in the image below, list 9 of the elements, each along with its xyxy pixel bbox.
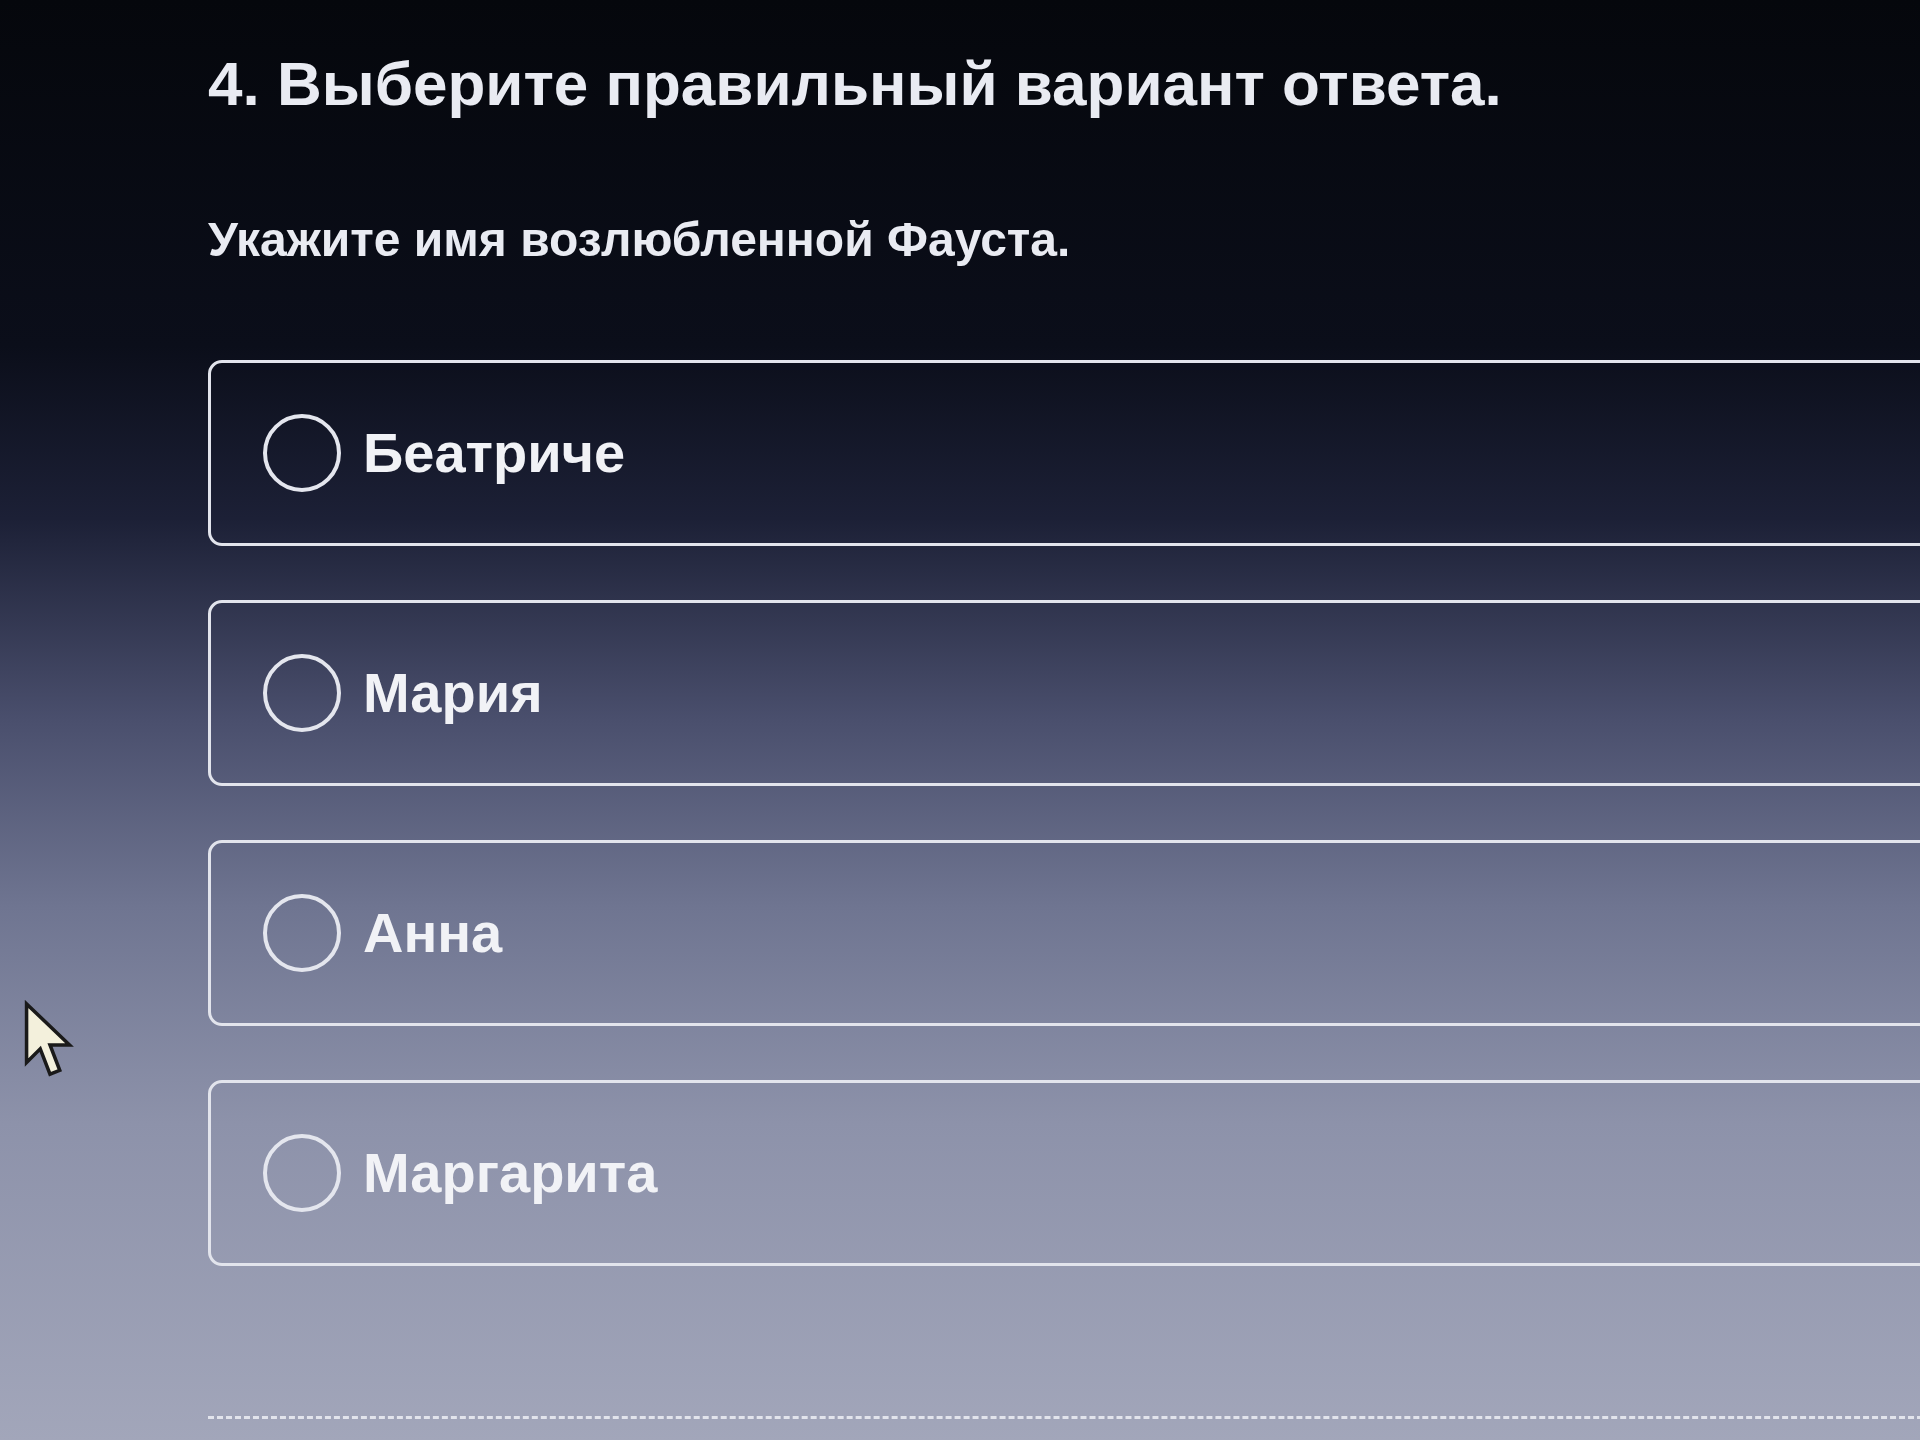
radio-button[interactable]	[263, 894, 341, 972]
question-title: 4. Выберите правильный вариант ответа.	[208, 48, 1502, 120]
radio-button[interactable]	[263, 654, 341, 732]
answer-option[interactable]: Беатриче	[208, 360, 1920, 546]
radio-button[interactable]	[263, 1134, 341, 1212]
question-prompt: Укажите имя возлюбленной Фауста.	[208, 212, 1071, 268]
answer-option[interactable]: Анна	[208, 840, 1920, 1026]
radio-button[interactable]	[263, 414, 341, 492]
answer-option[interactable]: Мария	[208, 600, 1920, 786]
